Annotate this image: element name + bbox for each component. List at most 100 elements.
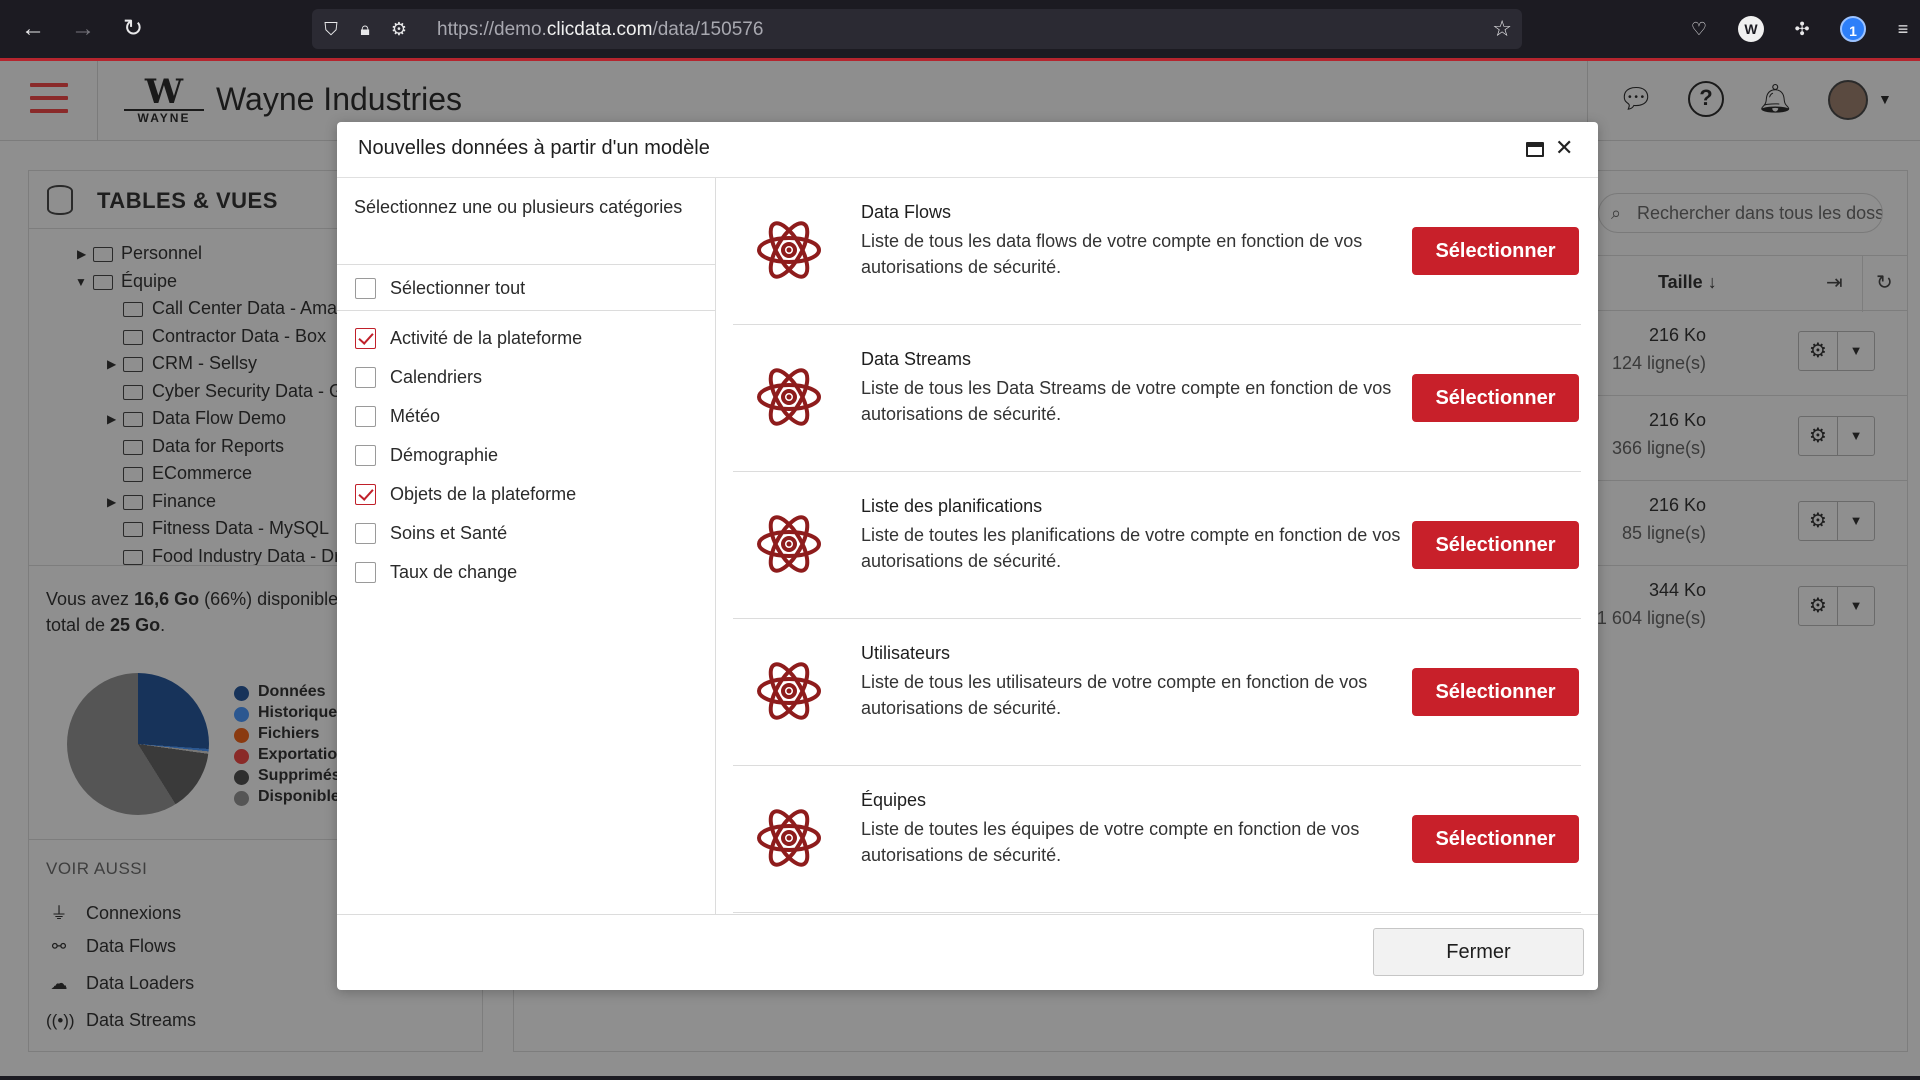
see-also-data-flows[interactable]: ⚯ Data Flows (46, 936, 176, 962)
extension-w-icon[interactable]: W (1738, 16, 1764, 42)
caret-right-icon[interactable]: ▶ (107, 357, 116, 371)
caret-right-icon[interactable]: ▶ (77, 247, 86, 261)
template-item: Utilisateurs Liste de tous les utilisate… (733, 619, 1581, 766)
select-button[interactable]: Sélectionner (1412, 227, 1579, 275)
collapse-right-icon[interactable]: ⇥ (1826, 270, 1843, 295)
checkbox[interactable] (355, 367, 376, 388)
gear-icon[interactable]: ⚙ (1798, 416, 1838, 456)
url-text[interactable]: https://demo.clicdata.com/data/150576 (437, 19, 763, 41)
legend-dot (234, 728, 249, 743)
select-button[interactable]: Sélectionner (1412, 521, 1579, 569)
help-icon[interactable]: ? (1688, 81, 1724, 117)
flow-icon: ⚯ (51, 937, 67, 956)
table-row[interactable]: 344 Ko 1 604 ligne(s) ⚙ ▼ (1596, 566, 1908, 651)
chevron-down-icon[interactable]: ▼ (1837, 501, 1875, 541)
checkbox-checked[interactable] (355, 484, 376, 505)
folder-icon (123, 494, 143, 510)
caret-right-icon[interactable]: ▶ (107, 495, 116, 509)
category-checkbox[interactable]: Calendriers (355, 365, 482, 391)
caret-right-icon[interactable]: ▶ (107, 412, 116, 426)
see-also-connexions[interactable]: ⏚ Connexions (46, 899, 182, 925)
permissions-icon[interactable]: ⚙︎ (388, 17, 410, 41)
close-button[interactable]: Fermer (1373, 928, 1584, 976)
category-checkbox[interactable]: Activité de la plateforme (355, 326, 582, 352)
chat-icon[interactable]: 💬︎ (1618, 81, 1654, 117)
shield-icon[interactable]: ⛉ (320, 17, 342, 41)
size-value: 216 Ko (1648, 325, 1706, 345)
atom-icon (757, 515, 821, 573)
see-also-data-loaders[interactable]: ☁ Data Loaders (46, 973, 195, 999)
size-value: 216 Ko (1648, 410, 1706, 430)
folder-icon (123, 522, 143, 537)
chevron-down-icon[interactable]: ▼ (1878, 91, 1892, 107)
chevron-down-icon[interactable]: ▼ (1837, 331, 1875, 371)
template-name: Data Streams (861, 349, 972, 369)
reload-icon[interactable]: ↻ (118, 14, 148, 44)
checkbox[interactable] (355, 278, 376, 299)
bell-icon[interactable]: 🔔︎ (1757, 81, 1793, 117)
row-count: 366 ligne(s) (1611, 438, 1706, 458)
refresh-icon[interactable]: ↻ (1876, 270, 1893, 295)
chevron-down-icon[interactable]: ▼ (1837, 586, 1875, 626)
select-button[interactable]: Sélectionner (1412, 668, 1579, 716)
address-bar[interactable]: ⛉ 🔒︎ ⚙︎ https://demo.clicdata.com/data/1… (312, 9, 1522, 49)
search-input[interactable]: ⌕Rechercher dans tous les dossiers (1598, 193, 1883, 233)
select-button[interactable]: Sélectionner (1412, 374, 1579, 422)
column-header-size[interactable]: Taille ↓ (1658, 272, 1717, 293)
browser-menu-icon[interactable]: ≡ (1890, 16, 1916, 42)
divider (337, 264, 716, 265)
legend-dot (234, 749, 249, 764)
avatar[interactable] (1828, 80, 1868, 120)
caret-down-icon[interactable]: ▼ (75, 275, 87, 289)
see-also-data-streams[interactable]: ((•)) Data Streams (46, 1010, 196, 1036)
bookmark-star-icon[interactable]: ☆ (1492, 16, 1512, 42)
atom-icon (757, 662, 821, 720)
lock-icon[interactable]: 🔒︎ (354, 17, 376, 41)
table-row[interactable]: 216 Ko 85 ligne(s) ⚙ ▼ (1598, 481, 1908, 566)
category-checkbox[interactable]: Démographie (355, 443, 498, 469)
checkbox[interactable] (355, 406, 376, 427)
close-icon[interactable]: ✕ (1555, 135, 1573, 161)
atom-icon (757, 221, 821, 279)
template-description: Liste de tous les Data Streams de votre … (861, 378, 1392, 424)
plug-icon: ⏚ (50, 904, 68, 923)
folder-icon (93, 247, 113, 262)
divider (1862, 256, 1863, 312)
template-item: Data Streams Liste de tous les Data Stre… (733, 325, 1581, 472)
template-modal: Nouvelles données à partir d'un modèle ✕… (337, 122, 1598, 990)
category-checkbox[interactable]: Météo (355, 404, 440, 430)
checkbox-checked[interactable] (355, 328, 376, 349)
table-row[interactable]: 216 Ko 366 ligne(s) ⚙ ▼ (1598, 396, 1908, 481)
back-arrow-icon[interactable]: ← (18, 14, 48, 44)
checkbox[interactable] (355, 523, 376, 544)
row-count: 1 604 ligne(s) (1596, 608, 1706, 628)
folder-icon (123, 467, 143, 482)
category-checkbox[interactable]: Soins et Santé (355, 521, 507, 547)
forward-arrow-icon[interactable]: → (68, 14, 98, 44)
table-row[interactable]: 216 Ko 124 ligne(s) ⚙ ▼ (1598, 311, 1908, 396)
gear-icon[interactable]: ⚙ (1798, 586, 1838, 626)
pocket-icon[interactable]: ♡ (1686, 16, 1712, 42)
category-checkbox[interactable]: Objets de la plateforme (355, 482, 576, 508)
password-manager-icon[interactable]: 1 (1840, 16, 1866, 42)
category-hint: Sélectionnez une ou plusieurs catégories (354, 197, 683, 217)
divider (337, 914, 1598, 915)
divider (337, 310, 716, 311)
chevron-down-icon[interactable]: ▼ (1837, 416, 1875, 456)
category-checkbox[interactable]: Taux de change (355, 560, 517, 586)
select-all-checkbox[interactable]: Sélectionner tout (355, 276, 525, 302)
divider (97, 61, 98, 141)
maximize-icon[interactable] (1526, 142, 1544, 157)
checkbox[interactable] (355, 445, 376, 466)
storage-pie-chart (67, 673, 209, 815)
gear-icon[interactable]: ⚙ (1798, 331, 1838, 371)
checkbox[interactable] (355, 562, 376, 583)
select-button[interactable]: Sélectionner (1412, 815, 1579, 863)
extensions-puzzle-icon[interactable]: ✣ (1789, 16, 1815, 42)
stream-icon: ((•)) (46, 1011, 75, 1030)
folder-icon (123, 384, 143, 400)
row-count: 85 ligne(s) (1621, 523, 1706, 543)
gear-icon[interactable]: ⚙ (1798, 501, 1838, 541)
template-description: Liste de tous les utilisateurs de votre … (861, 672, 1368, 718)
hamburger-menu-icon[interactable] (30, 83, 68, 115)
